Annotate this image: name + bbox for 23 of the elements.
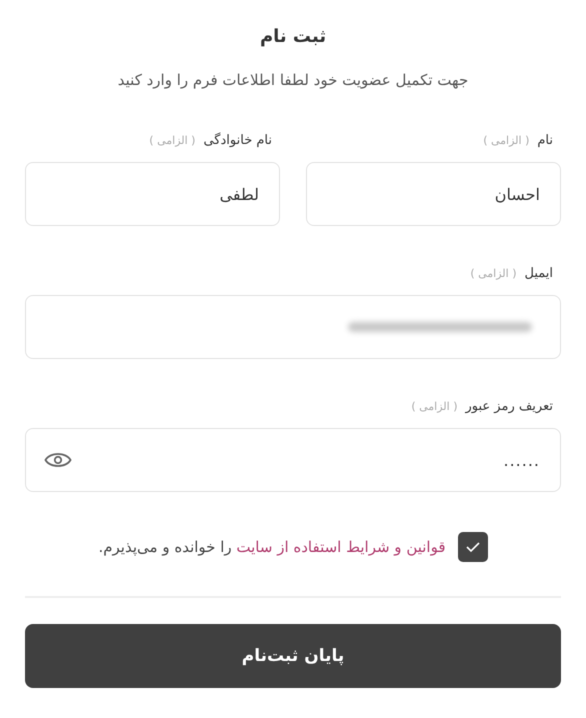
required-hint: ( الزامی )	[470, 267, 516, 280]
text-field[interactable]: لطفی	[25, 162, 280, 226]
field-label: تعریف رمز عبور	[466, 399, 553, 414]
terms-checkbox[interactable]	[458, 532, 488, 562]
required-hint: ( الزامی )	[411, 400, 458, 413]
terms-link[interactable]: قوانین و شرایط استفاده از سایت	[236, 538, 446, 556]
terms-text: قوانین و شرایط استفاده از سایت را خوانده و می‌پذیرم.	[98, 538, 446, 556]
checkmark-icon	[464, 541, 481, 553]
eye-icon[interactable]	[44, 450, 72, 470]
form-subtitle: جهت تکمیل عضویت خود لطفا اطلاعات فرم را وارد کنید	[118, 71, 468, 89]
field-label: ایمیل	[524, 266, 553, 281]
field-value: لطفی	[220, 184, 259, 204]
submit-button[interactable]: پایان ثبت‌نام	[25, 624, 561, 688]
form-title: ثبت نام	[260, 26, 326, 47]
field-label: نام	[537, 133, 553, 148]
email-field[interactable]	[25, 295, 561, 359]
required-hint: ( الزامی )	[483, 134, 530, 147]
text-field[interactable]: احسان	[306, 162, 561, 226]
required-hint: ( الزامی )	[149, 134, 196, 147]
password-field[interactable]: ......	[25, 428, 561, 492]
masked-password: ......	[503, 450, 540, 470]
field-label: نام خانوادگی	[203, 133, 272, 148]
field-value: احسان	[494, 184, 540, 204]
